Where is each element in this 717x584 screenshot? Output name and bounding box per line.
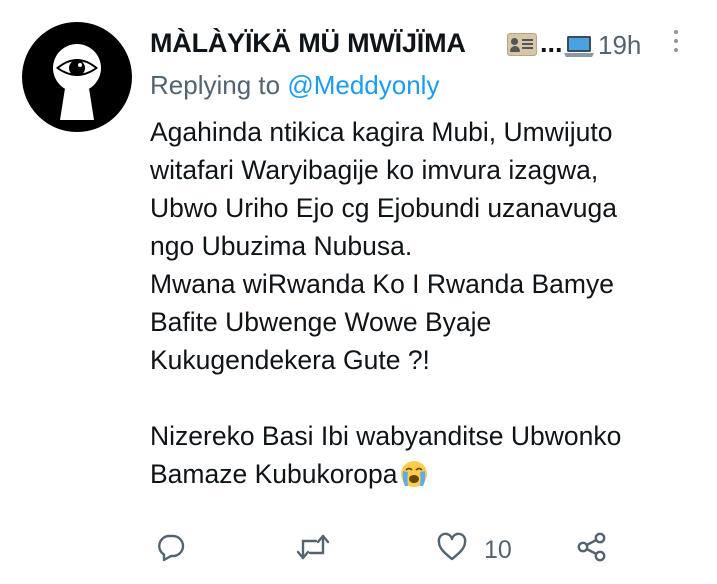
tweet-text-line: Agahinda ntikica kagira Mubi, Umwijuto [150,117,613,147]
tweet-header: MÀLÀYÏKÄ MÜ MWÏJÏMA ... 19h [150,24,670,64]
reply-button[interactable] [156,528,190,568]
replying-to: Replying to @Meddyonly [150,70,439,101]
like-button[interactable]: 10 [436,528,526,568]
share-button[interactable] [576,528,610,568]
author-display-name[interactable]: MÀLÀYÏKÄ MÜ MWÏJÏMA [150,28,466,59]
tweet-text-line: ngo Ubuzima Nubusa. [150,231,413,261]
loudly-crying-face-emoji-icon [400,461,427,487]
replying-to-label: Replying to [150,70,281,100]
tweet-text-line: Mwana wiRwanda Ko I Rwanda Bamye [150,269,614,299]
tweet-text-line [150,379,710,417]
tweet-actions: 10 [0,528,717,568]
like-count: 10 [484,536,512,564]
reply-mention-link[interactable]: @Meddyonly [287,70,439,100]
heart-icon [437,532,467,561]
avatar[interactable] [22,22,132,132]
share-icon [577,532,606,562]
keyhole-eye-icon [53,44,101,120]
tweet-text-line: Ubwo Uriho Ejo cg Ejobundi uzanavuga [150,193,617,223]
retweet-icon [296,534,330,560]
tweet-timestamp[interactable]: 19h [598,30,641,61]
more-options-icon[interactable] [666,28,686,56]
tweet-text-last-line: Bamaze Kubukoropa [150,455,710,493]
tweet-text-line: Bafite Ubwenge Wowe Byaje [150,307,492,337]
tweet-text-line: Kukugendekera Gute ?! [150,345,430,375]
id-card-icon [507,33,537,56]
reply-icon [158,534,185,562]
tweet-text-line: Bamaze Kubukoropa [150,459,398,489]
tweet-text-line: witafari Waryibagije ko imvura izagwa, [150,155,599,185]
tweet-text-line: Nizereko Basi Ibi wabyanditse Ubwonko [150,421,622,451]
name-ellipsis: ... [540,28,563,58]
laptop-icon [564,36,594,57]
tweet-text: Agahinda ntikica kagira Mubi, Umwijuto w… [150,113,710,493]
retweet-button[interactable] [296,528,332,568]
